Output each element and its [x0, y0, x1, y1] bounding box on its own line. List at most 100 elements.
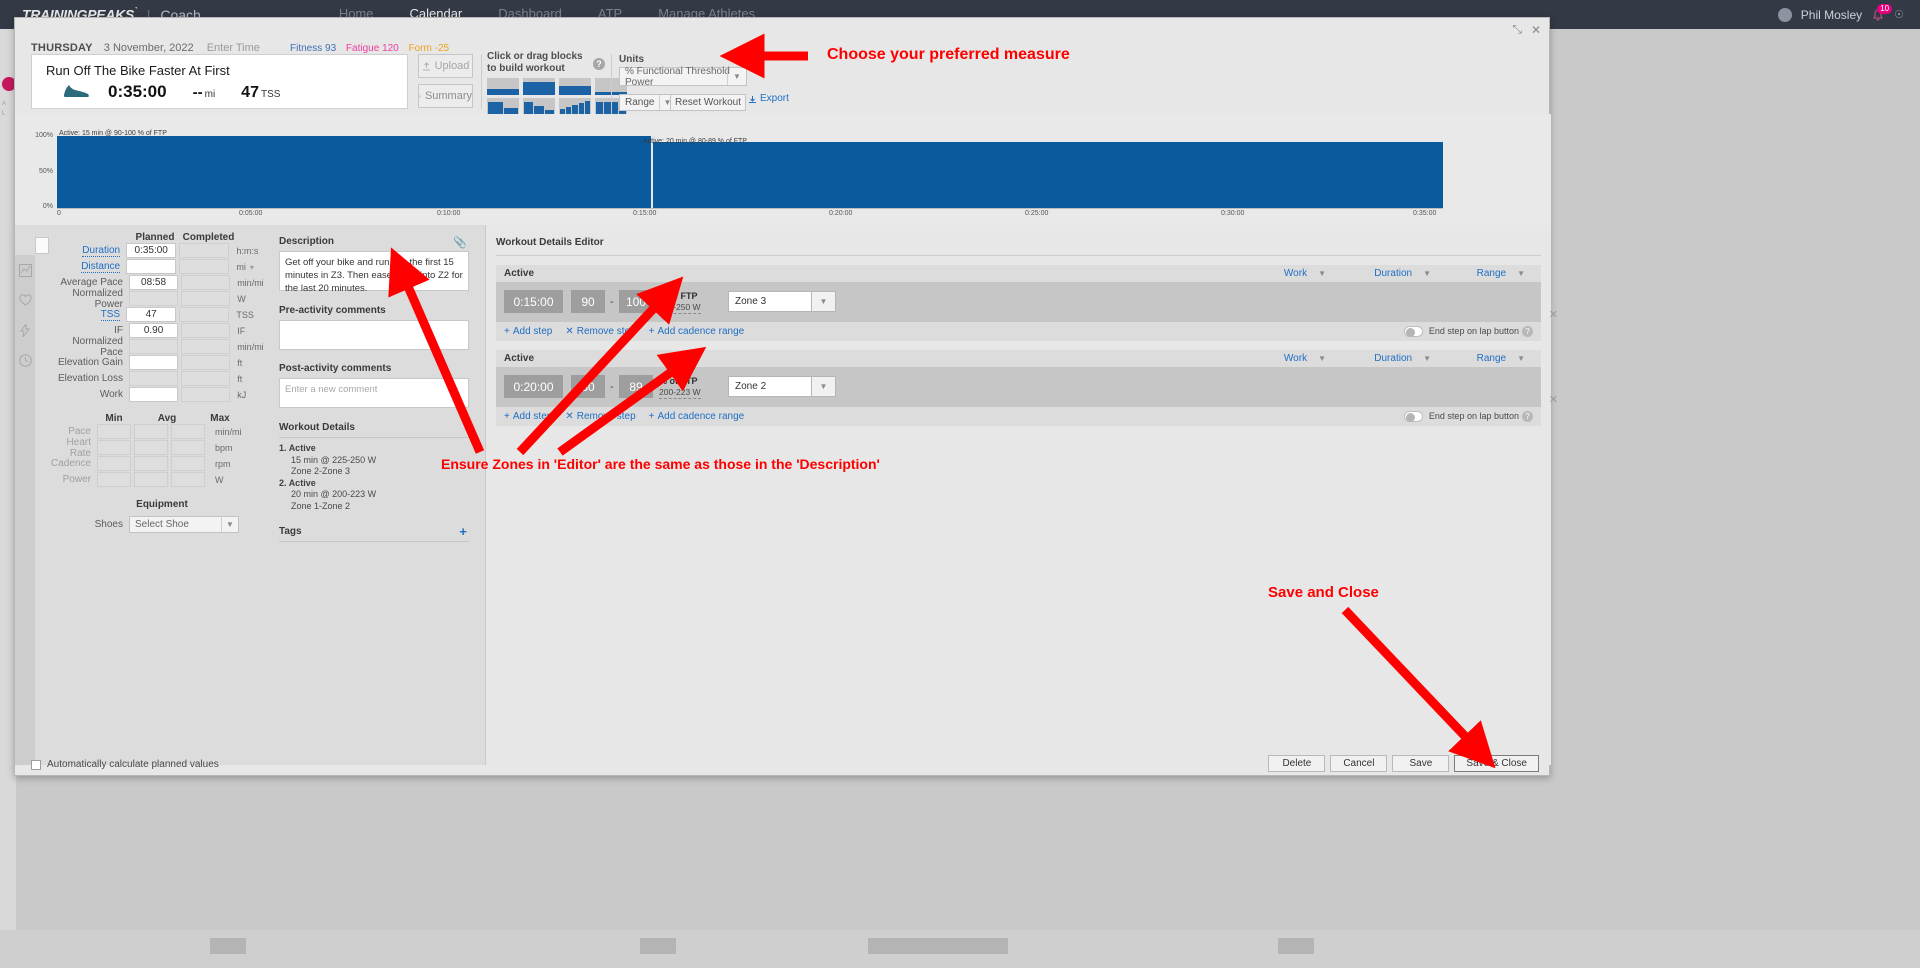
auto-calculate-checkbox[interactable]	[31, 759, 41, 770]
mm-label-heart-rate: Heart Rate	[66, 436, 91, 459]
form-label: Form	[408, 43, 432, 54]
cancel-button[interactable]: Cancel	[1330, 755, 1388, 772]
elevation-gain-planned-input[interactable]	[129, 355, 179, 370]
x-tick-1: 0:05:00	[239, 210, 263, 217]
mm-row-power: Power W	[51, 472, 273, 487]
tss-completed-input	[179, 307, 230, 322]
step-1-duration-select[interactable]: Duration ▼	[1374, 268, 1431, 279]
x-tick-6: 0:30:00	[1221, 210, 1245, 217]
work-planned-input[interactable]	[129, 387, 179, 402]
add-tag-icon[interactable]: +	[459, 524, 467, 539]
metric-label-tss[interactable]: TSS	[100, 309, 121, 321]
heart-icon[interactable]	[15, 285, 35, 315]
distance-planned-input[interactable]	[126, 259, 177, 274]
tss-planned-input[interactable]: 47	[126, 307, 177, 322]
step-1-lap-toggle[interactable]	[1404, 326, 1423, 337]
mm-label-power: Power	[62, 474, 91, 485]
block-descending[interactable]	[523, 98, 555, 115]
step-1-add-cadence[interactable]: + Add cadence range	[649, 326, 745, 337]
step-2-lap-help-icon[interactable]: ?	[1522, 411, 1533, 422]
chevron-down-icon[interactable]: ▼	[221, 517, 238, 532]
distance-unit-select[interactable]: mi	[236, 262, 273, 272]
block-two-step[interactable]	[487, 98, 519, 115]
duration-planned-input[interactable]: 0:35:00	[126, 243, 177, 258]
chevron-down-icon[interactable]: ▼	[727, 68, 746, 85]
chevron-down-icon[interactable]: ▼	[812, 376, 836, 397]
workout-title[interactable]: Run Off The Bike Faster At First	[46, 63, 230, 78]
step-2-zone-select[interactable]: Zone 2	[728, 376, 812, 397]
block-steady-mid[interactable]	[559, 78, 591, 95]
step-2-high-input[interactable]: 89	[619, 375, 653, 398]
step-2-add-step[interactable]: + Add step	[504, 411, 552, 422]
chart-segment-2[interactable]	[653, 142, 1443, 208]
metric-label-if: IF	[114, 325, 123, 336]
step-2-work-select[interactable]: Work ▼	[1284, 353, 1326, 364]
editor-heading: Workout Details Editor	[496, 237, 604, 248]
save-button[interactable]: Save	[1392, 755, 1450, 772]
pre-activity-textarea[interactable]	[279, 320, 469, 350]
if-planned-input[interactable]: 0.90	[129, 323, 179, 338]
chart-segment-1[interactable]	[57, 136, 651, 208]
step-2-duration-select[interactable]: Duration ▼	[1374, 353, 1431, 364]
metric-label-distance[interactable]: Distance	[81, 261, 121, 273]
step-1-duration-input[interactable]: 0:15:00	[504, 290, 563, 313]
step-2-lap-toggle[interactable]	[1404, 411, 1423, 422]
units-select[interactable]: % Functional Threshold Power ▼	[619, 66, 747, 88]
summary-button[interactable]: Summary	[418, 84, 473, 108]
step-2-duration-input[interactable]: 0:20:00	[504, 375, 563, 398]
upload-button[interactable]: Upload	[418, 54, 473, 78]
metric-label-duration[interactable]: Duration	[82, 245, 121, 257]
step-1-add-cadence-label: Add cadence range	[657, 326, 745, 337]
step-2-remove-step[interactable]: ✕ Remove step	[565, 411, 635, 422]
blocks-heading: Click or drag blocks to build workout	[487, 51, 583, 75]
shoes-select[interactable]: Select Shoe ▼	[129, 516, 239, 533]
workout-summary-card[interactable]: Run Off The Bike Faster At First 0:35:00…	[31, 54, 408, 109]
range-select[interactable]: Range ▼	[619, 94, 676, 111]
chart-icon[interactable]	[15, 255, 35, 285]
block-steady-low[interactable]	[487, 78, 519, 95]
attachment-icon[interactable]: 📎	[453, 236, 467, 249]
step-1-work-select[interactable]: Work ▼	[1284, 268, 1326, 279]
step-1-add-step[interactable]: + Add step	[504, 326, 552, 337]
help-icon[interactable]: ?	[593, 58, 605, 70]
step-2-add-cadence-label: Add cadence range	[657, 411, 745, 422]
step-2-range-select[interactable]: Range ▼	[1477, 353, 1525, 364]
metric-row-tss: TSS 47 TSS	[51, 307, 273, 322]
cadence-unit: rpm	[215, 458, 231, 469]
clock-icon[interactable]	[15, 345, 35, 375]
delete-button[interactable]: Delete	[1268, 755, 1326, 772]
export-link[interactable]: Export	[748, 93, 789, 104]
expand-icon[interactable]: ☉	[1894, 8, 1904, 21]
description-textarea[interactable]: Get off your bike and run. Do the first …	[279, 251, 469, 294]
notifications-bell[interactable]: 10	[1871, 3, 1893, 22]
step-1-remove-step[interactable]: ✕ Remove step	[565, 326, 635, 337]
step-1-high-input[interactable]: 100	[619, 290, 653, 313]
step-1-ftp-watts: 225-250 W	[659, 302, 701, 314]
auto-calculate-row[interactable]: Automatically calculate planned values	[31, 759, 219, 770]
distance-value: --	[192, 84, 203, 101]
step-2-low-input[interactable]: 80	[571, 375, 605, 398]
step-2-add-cadence[interactable]: + Add cadence range	[649, 411, 745, 422]
enter-time-link[interactable]: Enter Time	[207, 42, 260, 54]
post-activity-textarea[interactable]: Enter a new comment	[279, 378, 469, 408]
block-ascending[interactable]	[559, 98, 591, 115]
user-name[interactable]: Phil Mosley	[1801, 8, 1862, 22]
step-1-range-select[interactable]: Range ▼	[1477, 268, 1525, 279]
elevation-gain-completed-input	[181, 355, 231, 370]
step-1-remove-icon[interactable]: ✕	[1549, 308, 1558, 321]
avatar[interactable]	[1777, 7, 1792, 22]
reset-workout-button[interactable]: Reset Workout	[670, 94, 746, 111]
chevron-down-icon[interactable]: ▼	[812, 291, 836, 312]
step-1-lap-help-icon[interactable]: ?	[1522, 326, 1533, 337]
save-and-close-button[interactable]: Save & Close	[1454, 755, 1539, 772]
mm-label-pace: Pace	[68, 426, 91, 437]
step-1-work-label: Work	[1283, 268, 1308, 279]
step-2-remove-icon[interactable]: ✕	[1549, 393, 1558, 406]
block-steady-high[interactable]	[523, 78, 555, 95]
power-bolt-icon[interactable]	[15, 315, 35, 345]
step-1-zone-select[interactable]: Zone 3	[728, 291, 812, 312]
average-pace-planned-input[interactable]: 08:58	[129, 275, 179, 290]
metric-label-normalized-pace: Normalized Pace	[72, 335, 123, 358]
step-1-low-input[interactable]: 90	[571, 290, 605, 313]
metric-row-elevation-loss: Elevation Loss ft	[51, 371, 273, 386]
